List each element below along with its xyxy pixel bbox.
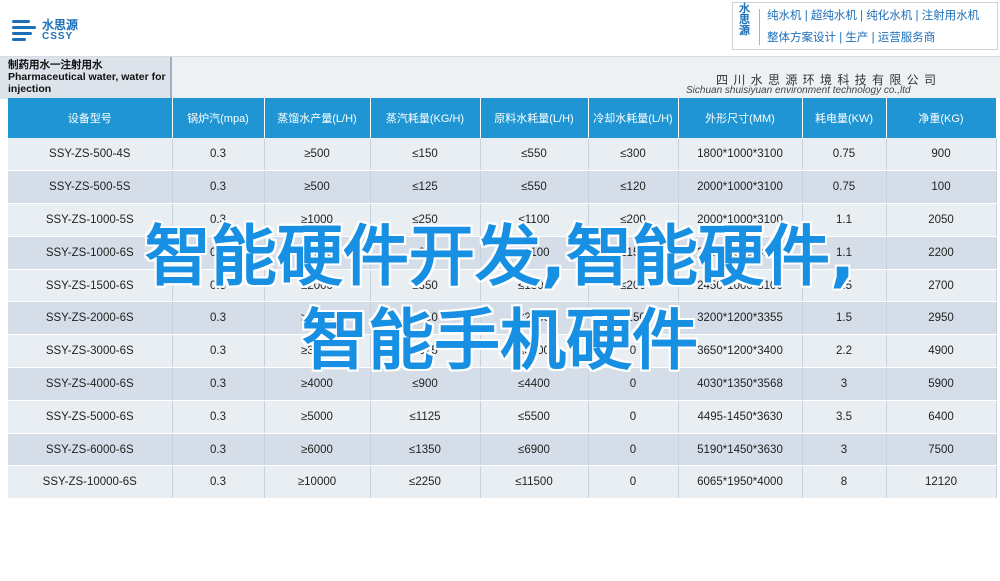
table-cell: ≤1350 [370, 433, 481, 467]
table-cell: 0.75 [802, 138, 887, 172]
product-title-cn: 制药用水一注射用水 [8, 59, 103, 71]
table-cell: ≤125 [370, 170, 481, 205]
header-power: 耗电量(KW) [802, 98, 887, 138]
table-cell: 12120 [886, 465, 997, 500]
title-strip: 制药用水一注射用水 Pharmaceutical water, water fo… [0, 56, 1000, 99]
header-steam-consumption: 蒸汽耗量(KG/H) [370, 98, 481, 138]
overlay-headline-1: 智能硬件开发,智能硬件, [144, 218, 856, 295]
table-cell: ≤1125 [370, 400, 481, 434]
company-name-en: Sichuan shuisiyuan environment technolog… [686, 85, 911, 96]
product-title-en-2: injection [8, 83, 52, 95]
table-row: SSY-ZS-500-4S 0.3 ≥500 ≤150 ≤550 ≤300 1800*100… [8, 138, 997, 172]
table-cell: ≤150 [370, 138, 481, 172]
table-cell: 0.3 [172, 138, 265, 172]
table-cell: 900 [886, 138, 997, 172]
header-distilled-output: 蒸馏水产量(L/H) [264, 98, 371, 138]
table-cell: 4495-1450*3630 [678, 400, 803, 434]
table-cell: 0.3 [172, 433, 265, 467]
table-cell: 8 [802, 465, 887, 500]
table-cell: ≤6900 [480, 433, 589, 467]
table-cell: ≥500 [264, 138, 371, 172]
table-row: SSY-ZS-5000-6S 0.3 ≥5000 ≤1125 ≤5500 0 4495-14… [8, 400, 997, 434]
table-cell: 3 [802, 433, 887, 467]
table-cell: ≤11500 [480, 465, 589, 500]
table-row: SSY-ZS-10000-6S 0.3 ≥10000 ≤2250 ≤11500 0 6065… [8, 465, 997, 500]
table-cell: 0.3 [172, 400, 265, 434]
water-drop-icon [12, 18, 36, 41]
product-title-en-1: Pharmaceutical water, water for [8, 71, 166, 83]
table-cell: SSY-ZS-5000-6S [8, 400, 173, 434]
table-cell: 0 [588, 433, 679, 467]
table-cell: ≥500 [264, 170, 371, 205]
table-cell: ≥6000 [264, 433, 371, 467]
table-cell: 1800*1000*3100 [678, 138, 803, 172]
table-cell: ≥10000 [264, 465, 371, 500]
table-cell: ≤300 [588, 138, 679, 172]
table-cell: 2000*1000*3100 [678, 170, 803, 205]
overlay-headline-2: 智能手机硬件 [302, 302, 698, 379]
table-cell: ≤2250 [370, 465, 481, 500]
header-dimensions: 外形尺寸(MM) [678, 98, 803, 138]
table-cell: 0 [588, 400, 679, 434]
header-raw-water: 原料水耗量(L/H) [480, 98, 589, 138]
table-cell: 0 [588, 465, 679, 500]
header-weight: 净重(KG) [886, 98, 997, 138]
product-title: 制药用水一注射用水 Pharmaceutical water, water fo… [0, 57, 172, 99]
table-cell: SSY-ZS-10000-6S [8, 465, 173, 500]
header-boiler-steam: 锅炉汽(mpa) [172, 98, 265, 138]
table-cell: 0.3 [172, 465, 265, 500]
logo-en-text: CSSY [42, 31, 74, 42]
brand-divider [759, 9, 760, 45]
table-cell: 5190*1450*3630 [678, 433, 803, 467]
table-row: SSY-ZS-500-5S 0.3 ≥500 ≤125 ≤550 ≤120 2000*100… [8, 170, 997, 205]
table-header-row: 设备型号 锅炉汽(mpa) 蒸馏水产量(L/H) 蒸汽耗量(KG/H) 原料水耗… [8, 98, 997, 138]
table-cell: 100 [886, 170, 997, 205]
table-cell: SSY-ZS-500-5S [8, 170, 173, 205]
table-cell: ≤550 [480, 138, 589, 172]
table-cell: 6065*1950*4000 [678, 465, 803, 500]
table-cell: 6400 [886, 400, 997, 434]
header-model: 设备型号 [8, 98, 173, 138]
table-cell: ≥5000 [264, 400, 371, 434]
table-cell: ≤550 [480, 170, 589, 205]
header-cooling-water: 冷却水耗量(L/H) [588, 98, 679, 138]
company-logo: 水思源 CSSY [12, 16, 122, 50]
table-cell: SSY-ZS-500-4S [8, 138, 173, 172]
top-header: 水思源 CSSY 水思源 纯水机 | 超纯水机 | 纯化水机 | 注射用水机 整… [0, 0, 1000, 56]
table-cell: ≤5500 [480, 400, 589, 434]
brand-vertical-text: 水思源 [739, 3, 750, 37]
table-cell: 7500 [886, 433, 997, 467]
brand-slogan-box: 水思源 纯水机 | 超纯水机 | 纯化水机 | 注射用水机 整体方案设计 | 生… [732, 2, 998, 50]
table-cell: ≤120 [588, 170, 679, 205]
table-cell: 0.75 [802, 170, 887, 205]
brand-slogan-line-2: 整体方案设计 | 生产 | 运营服务商 [767, 32, 936, 44]
table-cell: 0.3 [172, 170, 265, 205]
table-cell: SSY-ZS-6000-6S [8, 433, 173, 467]
spec-table: 设备型号 锅炉汽(mpa) 蒸馏水产量(L/H) 蒸汽耗量(KG/H) 原料水耗… [8, 98, 997, 500]
table-row: SSY-ZS-6000-6S 0.3 ≥6000 ≤1350 ≤6900 0 5190*14… [8, 433, 997, 467]
table-cell: 3.5 [802, 400, 887, 434]
brand-slogan-line-1: 纯水机 | 超纯水机 | 纯化水机 | 注射用水机 [767, 10, 980, 22]
